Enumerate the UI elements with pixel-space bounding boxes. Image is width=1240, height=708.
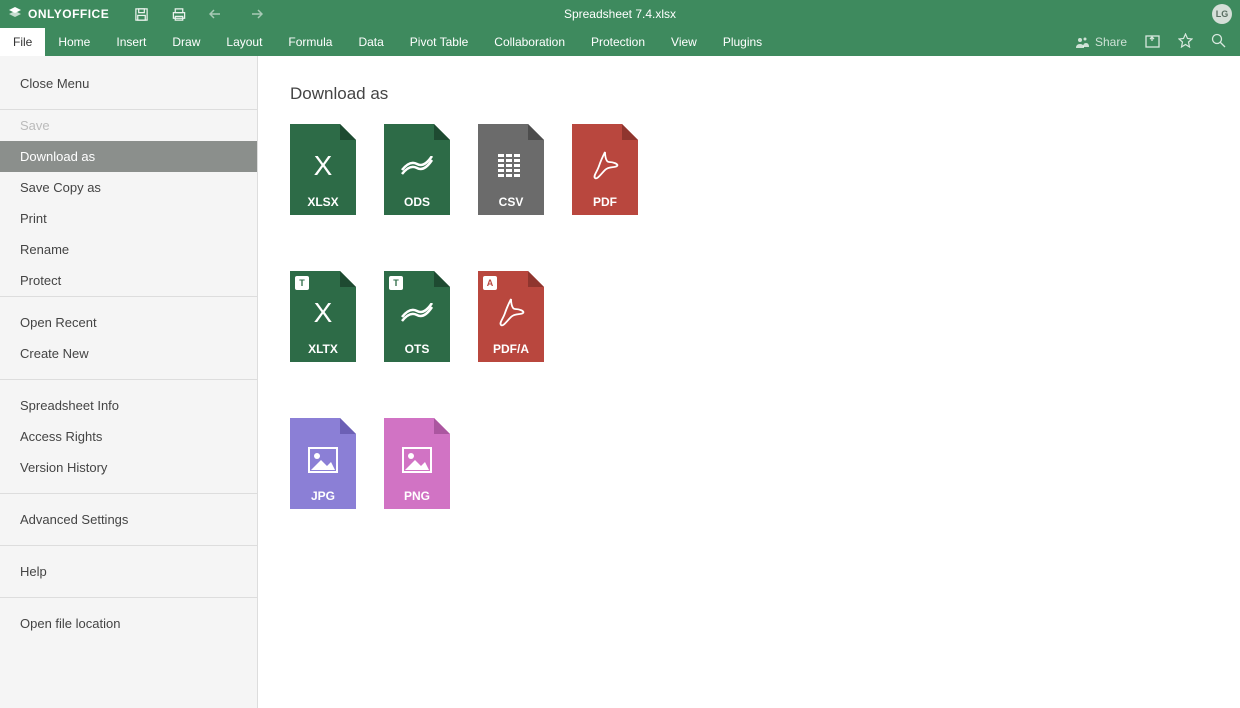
- menu-bar: File Home Insert Draw Layout Formula Dat…: [0, 28, 1240, 56]
- tile-xltx[interactable]: T X XLTX: [290, 271, 356, 362]
- tab-data[interactable]: Data: [345, 28, 396, 56]
- tile-jpg[interactable]: JPG: [290, 418, 356, 509]
- tab-pivot[interactable]: Pivot Table: [397, 28, 481, 56]
- search-icon[interactable]: [1211, 33, 1226, 51]
- favorite-icon[interactable]: [1178, 33, 1193, 51]
- tab-insert[interactable]: Insert: [103, 28, 159, 56]
- tab-protection[interactable]: Protection: [578, 28, 658, 56]
- sidebar-advanced-settings[interactable]: Advanced Settings: [0, 504, 257, 535]
- title-bar: ONLYOFFICE Spreadsheet 7.4.xlsx LG: [0, 0, 1240, 28]
- ots-icon: [384, 289, 450, 337]
- brand-logo-icon: [8, 6, 22, 23]
- tile-csv[interactable]: CSV: [478, 124, 544, 215]
- title-bar-actions: [133, 6, 263, 22]
- redo-icon[interactable]: [247, 6, 263, 22]
- tab-draw[interactable]: Draw: [159, 28, 213, 56]
- file-sidebar: Close Menu Save Download as Save Copy as…: [0, 56, 258, 708]
- tile-xlsx[interactable]: X XLSX: [290, 124, 356, 215]
- tab-layout[interactable]: Layout: [213, 28, 275, 56]
- sidebar-rename[interactable]: Rename: [0, 234, 257, 265]
- main-area: Close Menu Save Download as Save Copy as…: [0, 56, 1240, 708]
- sidebar-version-history[interactable]: Version History: [0, 452, 257, 483]
- tile-label: CSV: [478, 195, 544, 209]
- template-badge: T: [389, 276, 403, 290]
- svg-text:X: X: [314, 298, 333, 328]
- tile-ots[interactable]: T OTS: [384, 271, 450, 362]
- sidebar-help[interactable]: Help: [0, 556, 257, 587]
- sidebar-spreadsheet-info[interactable]: Spreadsheet Info: [0, 390, 257, 421]
- tab-formula[interactable]: Formula: [275, 28, 345, 56]
- print-icon[interactable]: [171, 6, 187, 22]
- tile-label: PDF: [572, 195, 638, 209]
- archive-badge: A: [483, 276, 497, 290]
- sidebar-download-as[interactable]: Download as: [0, 141, 257, 172]
- format-tiles: X XLSX ODS CSV PDF: [290, 124, 790, 509]
- sidebar-close-menu[interactable]: Close Menu: [0, 68, 257, 99]
- tile-label: JPG: [290, 489, 356, 503]
- sidebar-print[interactable]: Print: [0, 203, 257, 234]
- tile-label: XLTX: [290, 342, 356, 356]
- csv-icon: [478, 142, 544, 190]
- document-title: Spreadsheet 7.4.xlsx: [564, 7, 676, 21]
- sidebar-open-file-location[interactable]: Open file location: [0, 608, 257, 639]
- tab-collaboration[interactable]: Collaboration: [481, 28, 578, 56]
- content-heading: Download as: [290, 84, 1208, 104]
- undo-icon[interactable]: [209, 6, 225, 22]
- sidebar-save-copy-as[interactable]: Save Copy as: [0, 172, 257, 203]
- tab-home[interactable]: Home: [45, 28, 103, 56]
- tile-label: ODS: [384, 195, 450, 209]
- save-icon[interactable]: [133, 6, 149, 22]
- svg-text:X: X: [314, 151, 333, 181]
- share-icon: [1076, 36, 1090, 48]
- content-panel: Download as X XLSX ODS CSV: [258, 56, 1240, 708]
- tile-label: OTS: [384, 342, 450, 356]
- sidebar-save: Save: [0, 110, 257, 141]
- pdf-icon: [572, 142, 638, 190]
- xlsx-icon: X: [290, 142, 356, 190]
- open-location-icon[interactable]: [1145, 34, 1160, 51]
- tile-label: XLSX: [290, 195, 356, 209]
- tile-pdf[interactable]: PDF: [572, 124, 638, 215]
- tile-label: PDF/A: [478, 342, 544, 356]
- template-badge: T: [295, 276, 309, 290]
- user-avatar[interactable]: LG: [1212, 4, 1232, 24]
- pdfa-icon: [478, 289, 544, 337]
- tile-label: PNG: [384, 489, 450, 503]
- brand: ONLYOFFICE: [8, 6, 109, 23]
- sidebar-create-new[interactable]: Create New: [0, 338, 257, 369]
- tab-file[interactable]: File: [0, 28, 45, 56]
- tile-pdfa[interactable]: A PDF/A: [478, 271, 544, 362]
- brand-text: ONLYOFFICE: [28, 7, 109, 21]
- tile-png[interactable]: PNG: [384, 418, 450, 509]
- menu-bar-right: Share: [1076, 28, 1240, 56]
- xltx-icon: X: [290, 289, 356, 337]
- tile-ods[interactable]: ODS: [384, 124, 450, 215]
- sidebar-open-recent[interactable]: Open Recent: [0, 307, 257, 338]
- jpg-icon: [290, 436, 356, 484]
- tab-view[interactable]: View: [658, 28, 710, 56]
- sidebar-access-rights[interactable]: Access Rights: [0, 421, 257, 452]
- png-icon: [384, 436, 450, 484]
- ods-icon: [384, 142, 450, 190]
- share-button[interactable]: Share: [1076, 35, 1127, 49]
- tab-plugins[interactable]: Plugins: [710, 28, 775, 56]
- sidebar-protect[interactable]: Protect: [0, 265, 257, 296]
